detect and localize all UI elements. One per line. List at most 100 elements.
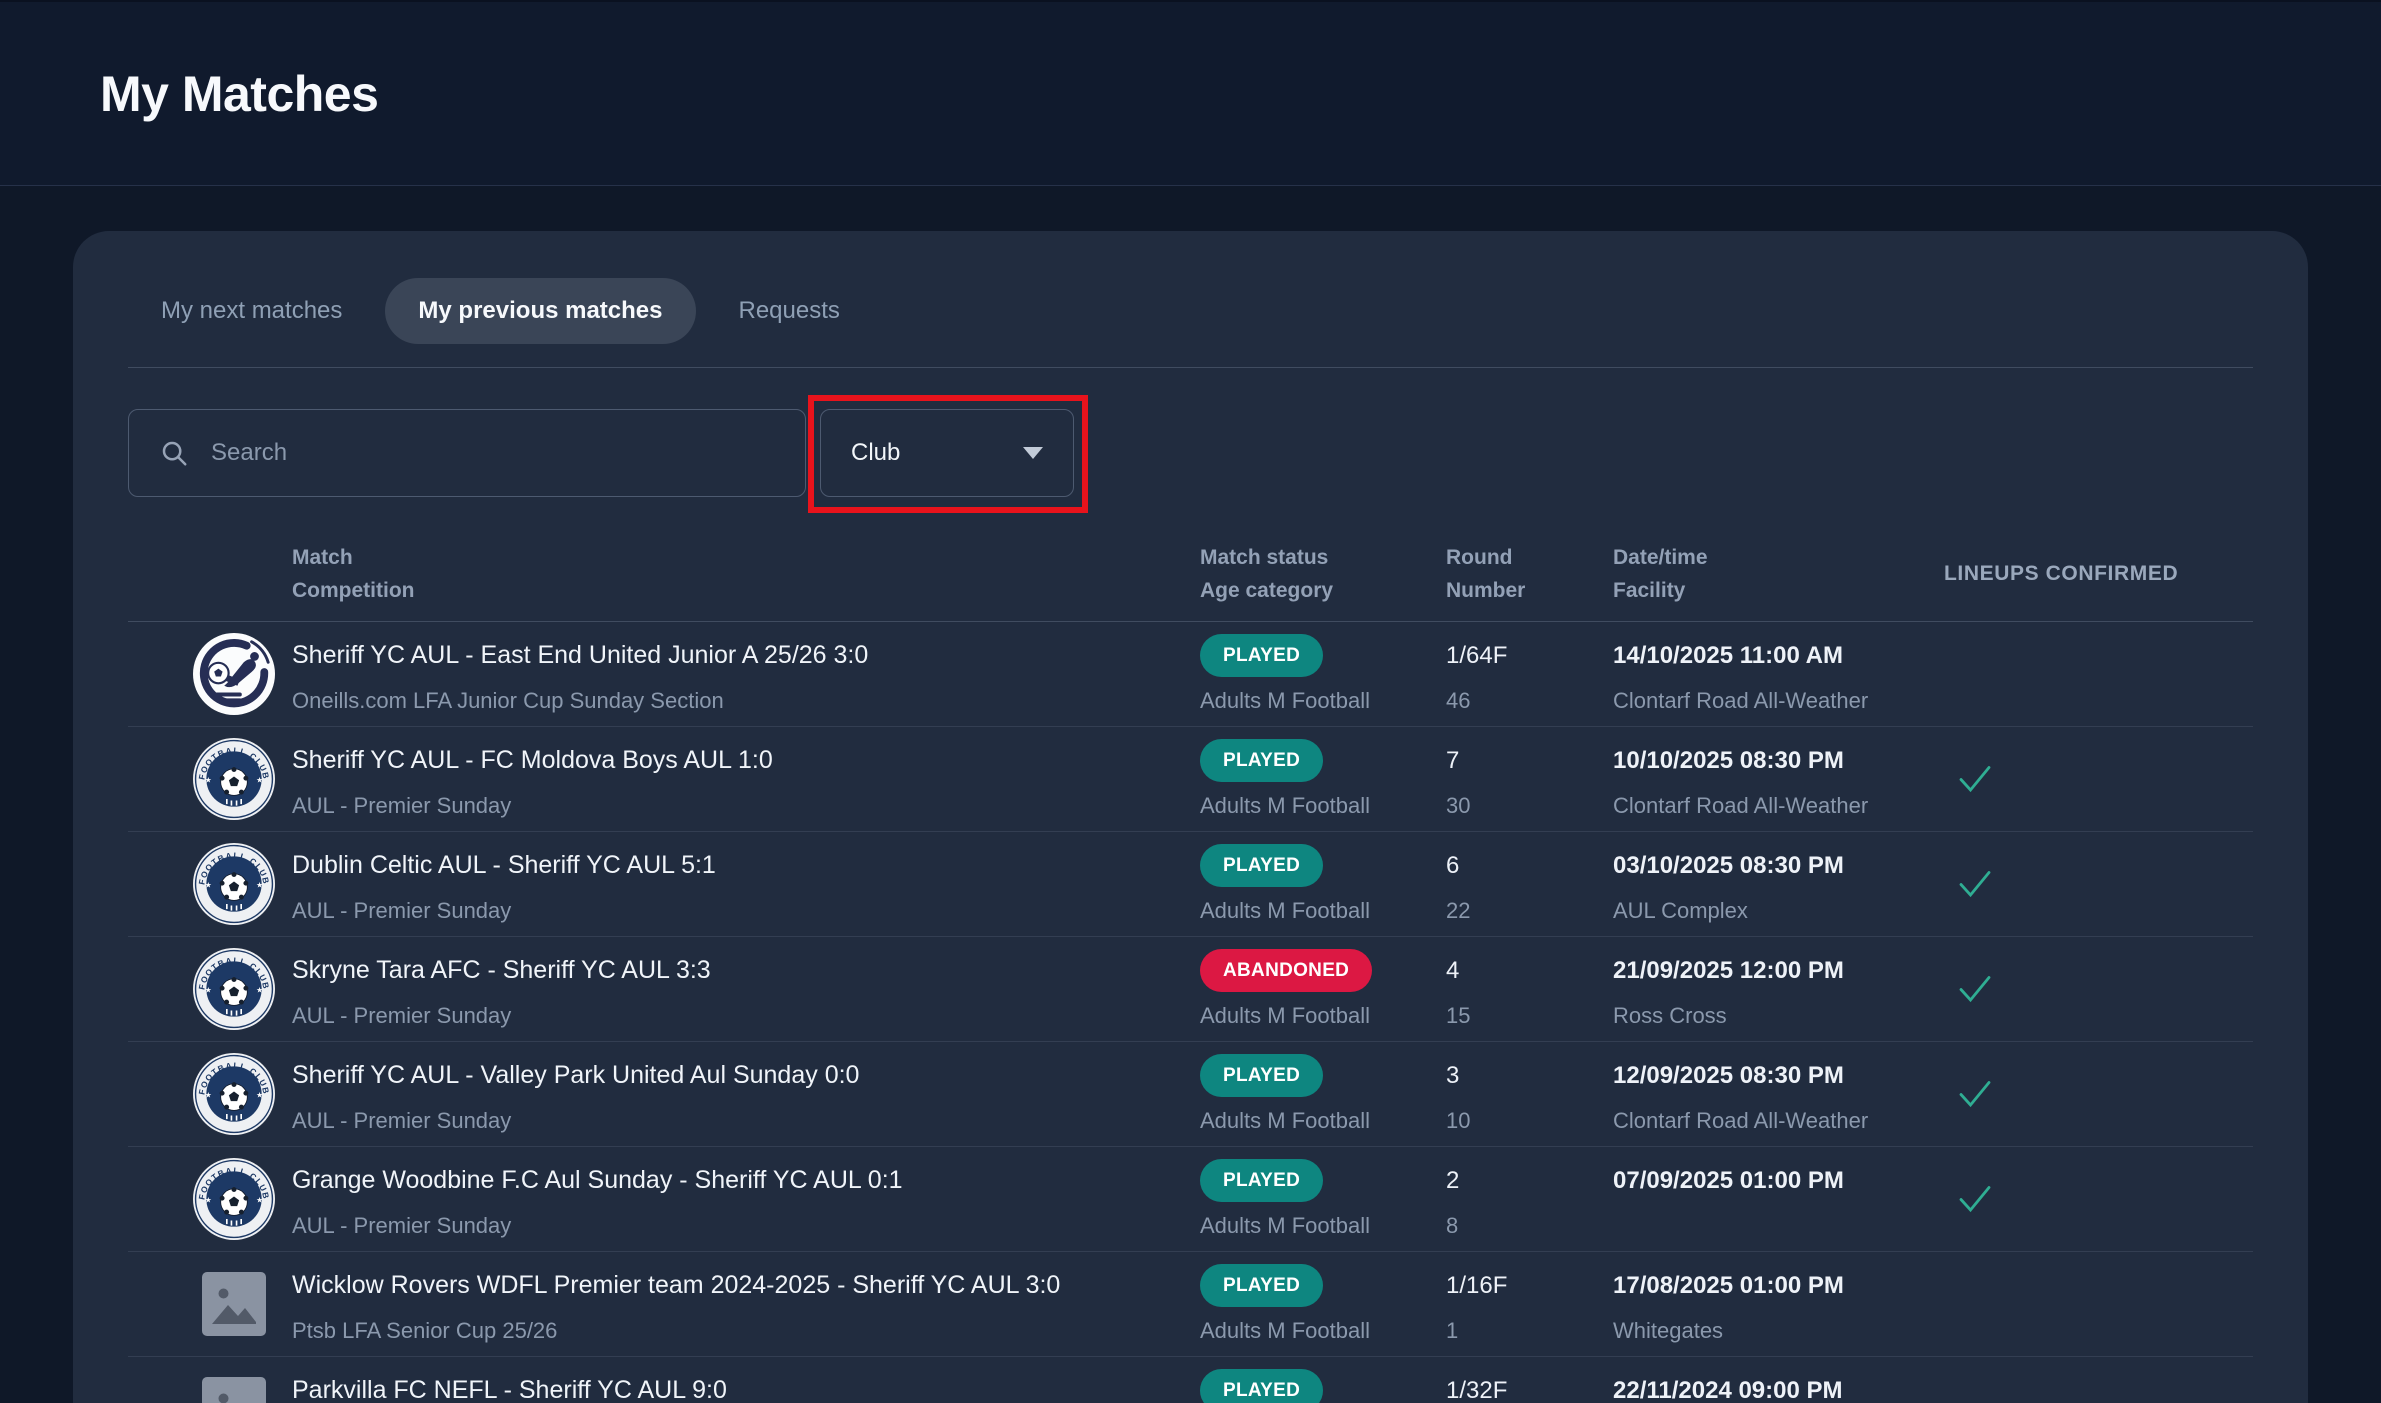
football-club-crest-logo: [193, 738, 275, 820]
round-number: 1: [1446, 1318, 1458, 1344]
table-row[interactable]: Dublin Celtic AUL - Sheriff YC AUL 5:1 A…: [128, 832, 2253, 937]
matches-tabs: My next matches My previous matches Requ…: [128, 278, 2253, 344]
match-title: Wicklow Rovers WDFL Premier team 2024-20…: [292, 1271, 1060, 1300]
status-badge: PLAYED: [1200, 739, 1323, 782]
match-datetime: 14/10/2025 11:00 AM: [1613, 642, 1843, 670]
table-header-row: Match Competition Match status Age categ…: [128, 497, 2253, 622]
page-header: My Matches: [0, 0, 2381, 186]
status-badge: PLAYED: [1200, 1054, 1323, 1097]
facility-name: Clontarf Road All-Weather: [1613, 793, 1868, 819]
lineups-confirmed-check-icon: [1958, 764, 1992, 794]
match-title: Grange Woodbine F.C Aul Sunday - Sheriff…: [292, 1166, 903, 1195]
match-title: Sheriff YC AUL - Valley Park United Aul …: [292, 1061, 859, 1090]
match-title: Sheriff YC AUL - FC Moldova Boys AUL 1:0: [292, 746, 773, 775]
lineups-confirmed-check-icon: [1958, 1079, 1992, 1109]
age-category: Adults M Football: [1200, 898, 1370, 924]
competition-name: AUL - Premier Sunday: [292, 1213, 511, 1239]
lineups-confirmed-check-icon: [1958, 974, 1992, 1004]
match-title: Parkvilla FC NEFL - Sheriff YC AUL 9:0: [292, 1376, 727, 1403]
tabs-divider: [128, 367, 2253, 368]
round-number: 30: [1446, 793, 1470, 819]
round-value: 7: [1446, 747, 1459, 775]
competition-name: AUL - Premier Sunday: [292, 793, 511, 819]
table-row[interactable]: Grange Woodbine F.C Aul Sunday - Sheriff…: [128, 1147, 2253, 1252]
club-filter-dropdown[interactable]: Club: [820, 409, 1074, 497]
facility-name: Clontarf Road All-Weather: [1613, 1108, 1868, 1134]
search-icon: [159, 438, 189, 468]
chevron-down-icon: [1023, 447, 1043, 459]
round-value: 1/64F: [1446, 642, 1507, 670]
match-datetime: 22/11/2024 09:00 PM: [1613, 1377, 1843, 1403]
col-header-lineups-confirmed: LINEUPS CONFIRMED: [1944, 541, 2252, 607]
round-value: 6: [1446, 852, 1459, 880]
col-header-datetime: Date/time: [1613, 541, 1944, 574]
round-number: 15: [1446, 1003, 1470, 1029]
image-placeholder-icon: [193, 1368, 275, 1403]
table-row[interactable]: Skryne Tara AFC - Sheriff YC AUL 3:3 AUL…: [128, 937, 2253, 1042]
age-category: Adults M Football: [1200, 793, 1370, 819]
round-number: 46: [1446, 688, 1470, 714]
col-header-age-category: Age category: [1200, 574, 1446, 607]
round-number: 22: [1446, 898, 1470, 924]
match-title: Sheriff YC AUL - East End United Junior …: [292, 641, 868, 670]
col-header-number: Number: [1446, 574, 1613, 607]
tab-my-next-matches[interactable]: My next matches: [128, 278, 375, 344]
match-title: Dublin Celtic AUL - Sheriff YC AUL 5:1: [292, 851, 716, 880]
competition-name: AUL - Premier Sunday: [292, 1003, 511, 1029]
football-club-crest-logo: [193, 948, 275, 1030]
age-category: Adults M Football: [1200, 1318, 1370, 1344]
status-badge: PLAYED: [1200, 844, 1323, 887]
col-header-facility: Facility: [1613, 574, 1944, 607]
age-category: Adults M Football: [1200, 1003, 1370, 1029]
match-datetime: 12/09/2025 08:30 PM: [1613, 1062, 1844, 1090]
round-value: 2: [1446, 1167, 1459, 1195]
table-row[interactable]: Wicklow Rovers WDFL Premier team 2024-20…: [128, 1252, 2253, 1357]
match-datetime: 07/09/2025 01:00 PM: [1613, 1167, 1844, 1195]
competition-name: Oneills.com LFA Junior Cup Sunday Sectio…: [292, 688, 724, 714]
facility-name: Ross Cross: [1613, 1003, 1727, 1029]
competition-name: AUL - Premier Sunday: [292, 1108, 511, 1134]
match-datetime: 03/10/2025 08:30 PM: [1613, 852, 1844, 880]
facility-name: AUL Complex: [1613, 898, 1748, 924]
match-datetime: 21/09/2025 12:00 PM: [1613, 957, 1844, 985]
search-input[interactable]: [211, 439, 775, 467]
facility-name: Whitegates: [1613, 1318, 1723, 1344]
col-header-match-status: Match status: [1200, 541, 1446, 574]
status-badge: PLAYED: [1200, 634, 1323, 677]
football-club-crest-logo: [193, 843, 275, 925]
match-datetime: 17/08/2025 01:00 PM: [1613, 1272, 1844, 1300]
status-badge: ABANDONED: [1200, 949, 1372, 992]
round-number: 8: [1446, 1213, 1458, 1239]
football-club-crest-logo: [193, 1158, 275, 1240]
competition-name: AUL - Premier Sunday: [292, 898, 511, 924]
round-value: 1/32F: [1446, 1377, 1507, 1403]
matches-card: My next matches My previous matches Requ…: [73, 231, 2308, 1403]
tab-my-previous-matches[interactable]: My previous matches: [385, 278, 695, 344]
col-header-match: Match: [292, 541, 1200, 574]
filters-bar: Club: [128, 409, 2253, 497]
table-row[interactable]: Sheriff YC AUL - East End United Junior …: [128, 622, 2253, 727]
tab-requests[interactable]: Requests: [706, 278, 873, 344]
col-header-competition: Competition: [292, 574, 1200, 607]
table-row[interactable]: Parkvilla FC NEFL - Sheriff YC AUL 9:0 P…: [128, 1357, 2253, 1403]
club-filter-wrap: Club: [820, 409, 1074, 497]
age-category: Adults M Football: [1200, 1108, 1370, 1134]
search-box[interactable]: [128, 409, 806, 497]
lineups-confirmed-check-icon: [1958, 1184, 1992, 1214]
table-row[interactable]: Sheriff YC AUL - Valley Park United Aul …: [128, 1042, 2253, 1147]
table-row[interactable]: Sheriff YC AUL - FC Moldova Boys AUL 1:0…: [128, 727, 2253, 832]
match-title: Skryne Tara AFC - Sheriff YC AUL 3:3: [292, 956, 711, 985]
col-header-round: Round: [1446, 541, 1613, 574]
round-value: 1/16F: [1446, 1272, 1507, 1300]
status-badge: PLAYED: [1200, 1369, 1323, 1403]
keeper-crest-logo: [193, 633, 275, 715]
club-filter-label: Club: [851, 439, 900, 467]
age-category: Adults M Football: [1200, 1213, 1370, 1239]
image-placeholder-icon: [193, 1263, 275, 1345]
competition-name: Ptsb LFA Senior Cup 25/26: [292, 1318, 557, 1344]
lineups-confirmed-check-icon: [1958, 869, 1992, 899]
match-datetime: 10/10/2025 08:30 PM: [1613, 747, 1844, 775]
round-value: 4: [1446, 957, 1459, 985]
status-badge: PLAYED: [1200, 1264, 1323, 1307]
football-club-crest-logo: [193, 1053, 275, 1135]
